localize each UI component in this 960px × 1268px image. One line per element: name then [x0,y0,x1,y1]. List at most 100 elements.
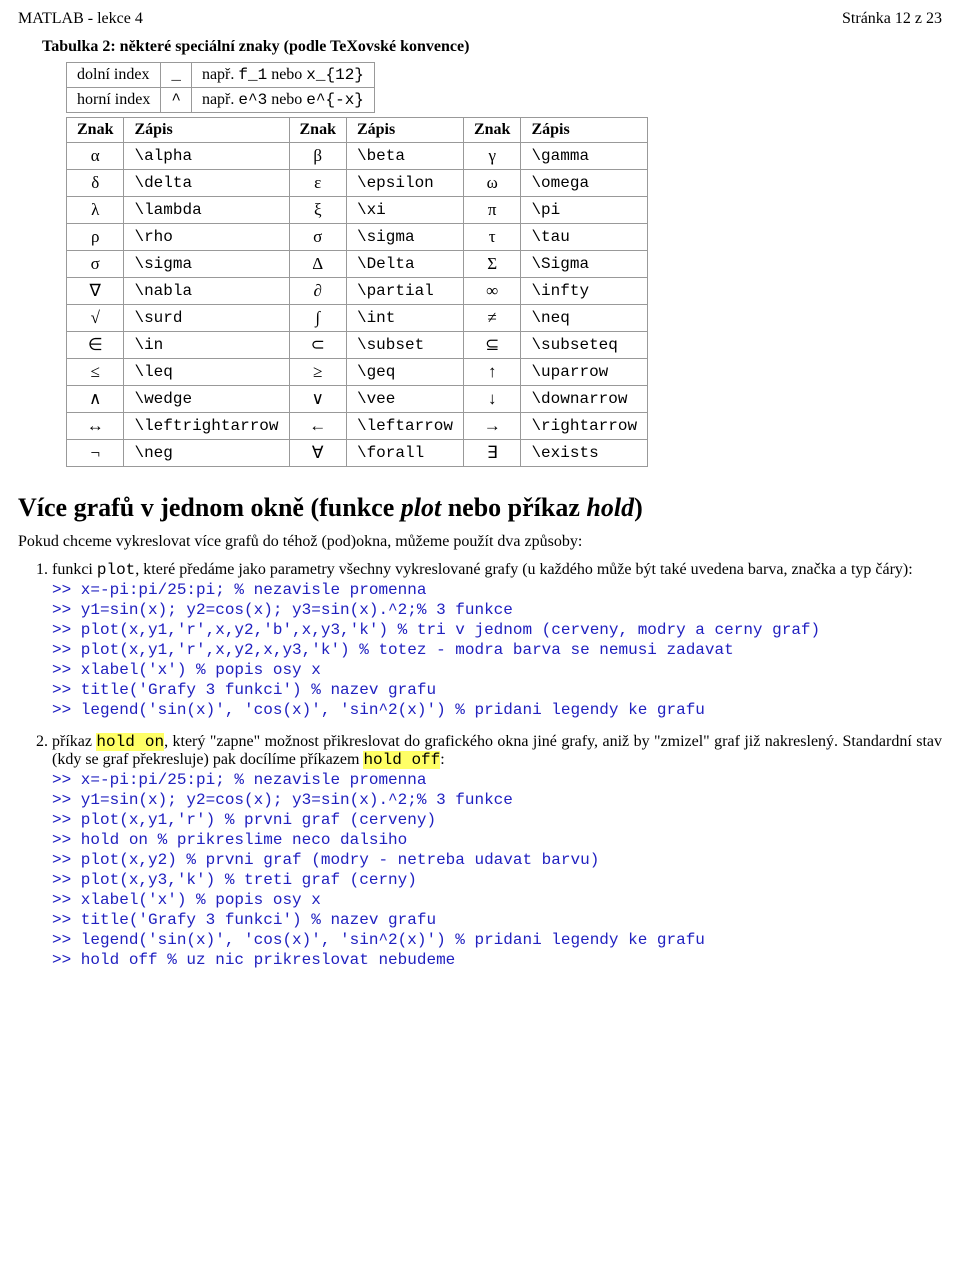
symbol-code: \in [124,332,289,359]
symbol-code: \xi [346,197,463,224]
symbol-code: \pi [521,197,648,224]
symbol-code: \geq [346,359,463,386]
hold-on-highlight: hold on [96,733,164,751]
symbol-code: \neq [521,305,648,332]
symbol-glyph: ⊂ [289,332,346,359]
code-line: >> plot(x,y1,'r') % prvni graf (cerveny) [52,811,942,829]
symbol-code: \rightarrow [521,413,648,440]
symbol-code: \surd [124,305,289,332]
symbol-code: \nabla [124,278,289,305]
table-row: λ\lambdaξ\xiπ\pi [67,197,648,224]
symbol-code: \sigma [124,251,289,278]
symbol-glyph: ω [463,170,520,197]
header-right: Stránka 12 z 23 [842,10,942,28]
code-line: >> x=-pi:pi/25:pi; % nezavisle promenna [52,581,942,599]
symbol-glyph: Σ [463,251,520,278]
symbol-code: \vee [346,386,463,413]
symbol-code: \wedge [124,386,289,413]
page-header: MATLAB - lekce 4 Stránka 12 z 23 [18,10,942,28]
symbol-glyph: τ [463,224,520,251]
code-line: >> title('Grafy 3 funkci') % nazev grafu [52,681,942,699]
table-row: √\surd∫\int≠\neq [67,305,648,332]
symbol-glyph: ∈ [67,332,124,359]
code-line: >> legend('sin(x)', 'cos(x)', 'sin^2(x)'… [52,701,942,719]
symbol-glyph: Δ [289,251,346,278]
symbol-glyph: ∞ [463,278,520,305]
symbol-code: \tau [521,224,648,251]
code-line: >> title('Grafy 3 funkci') % nazev grafu [52,911,942,929]
symbol-code: \neg [124,440,289,467]
symbol-glyph: → [463,413,520,440]
symbol-code: \alpha [124,143,289,170]
symbol-code: \Delta [346,251,463,278]
header-left: MATLAB - lekce 4 [18,10,143,28]
symbol-code: \Sigma [521,251,648,278]
symbol-code: \forall [346,440,463,467]
symbol-code: \infty [521,278,648,305]
table-row: ∧\wedge∨\vee↓\downarrow [67,386,648,413]
symbol-code: \leftarrow [346,413,463,440]
symbol-glyph: α [67,143,124,170]
symbol-glyph: λ [67,197,124,224]
symbol-code: \exists [521,440,648,467]
table-row: dolní index _ např. f_1 nebo x_{12} [67,63,375,88]
symbol-glyph: ≥ [289,359,346,386]
symbol-glyph: γ [463,143,520,170]
symbol-code: \delta [124,170,289,197]
symbol-code: \uparrow [521,359,648,386]
symbol-glyph: ≠ [463,305,520,332]
symbol-glyph: ≤ [67,359,124,386]
list-item-2: příkaz hold on, který "zapne" možnost př… [52,733,942,969]
symbol-glyph: ⊆ [463,332,520,359]
symbol-glyph: ξ [289,197,346,224]
code-line: >> plot(x,y1,'r',x,y2,x,y3,'k') % totez … [52,641,942,659]
symbol-glyph: σ [289,224,346,251]
table-row: δ\deltaε\epsilonω\omega [67,170,648,197]
code-line: >> plot(x,y2) % prvni graf (modry - netr… [52,851,942,869]
symbol-glyph: δ [67,170,124,197]
symbol-code: \partial [346,278,463,305]
list-item-1: funkci plot, které předáme jako parametr… [52,561,942,719]
table-row: α\alphaβ\betaγ\gamma [67,143,648,170]
intro-paragraph: Pokud chceme vykreslovat více grafů do t… [18,533,942,551]
hold-off-highlight: hold off [363,751,440,769]
code-line: >> plot(x,y3,'k') % treti graf (cerny) [52,871,942,889]
table-row: ∇\nabla∂\partial∞\infty [67,278,648,305]
symbol-code: \rho [124,224,289,251]
symbol-glyph: ∀ [289,440,346,467]
table-row: horní index ^ např. e^3 nebo e^{-x} [67,88,375,113]
section-title: Více grafů v jednom okně (funkce plot ne… [18,493,942,523]
greek-symbols-table: Znak Zápis Znak Zápis Znak Zápis α\alpha… [66,117,648,467]
symbol-glyph: ∃ [463,440,520,467]
symbol-code: \leq [124,359,289,386]
symbol-code: \gamma [521,143,648,170]
symbol-code: \subset [346,332,463,359]
symbol-glyph: ε [289,170,346,197]
symbol-glyph: ↓ [463,386,520,413]
symbol-code: \subseteq [521,332,648,359]
code-line: >> x=-pi:pi/25:pi; % nezavisle promenna [52,771,942,789]
code-line: >> legend('sin(x)', 'cos(x)', 'sin^2(x)'… [52,931,942,949]
symbol-glyph: ∂ [289,278,346,305]
symbol-glyph: ρ [67,224,124,251]
table-header-row: Znak Zápis Znak Zápis Znak Zápis [67,118,648,143]
code-line: >> y1=sin(x); y2=cos(x); y3=sin(x).^2;% … [52,601,942,619]
symbol-glyph: ∨ [289,386,346,413]
symbol-code: \sigma [346,224,463,251]
code-line: >> xlabel('x') % popis osy x [52,661,942,679]
table-row: ρ\rhoσ\sigmaτ\tau [67,224,648,251]
code-line: >> hold on % prikreslime neco dalsiho [52,831,942,849]
symbol-code: \int [346,305,463,332]
table-row: ¬\neg∀\forall∃\exists [67,440,648,467]
code-line: >> hold off % uz nic prikreslovat nebude… [52,951,942,969]
symbol-code: \leftrightarrow [124,413,289,440]
symbol-code: \omega [521,170,648,197]
symbol-glyph: ∇ [67,278,124,305]
symbol-glyph: π [463,197,520,224]
code-line: >> plot(x,y1,'r',x,y2,'b',x,y3,'k') % tr… [52,621,942,639]
symbol-glyph: β [289,143,346,170]
table-row: ∈\in⊂\subset⊆\subseteq [67,332,648,359]
symbol-glyph: ¬ [67,440,124,467]
symbol-glyph: ↔ [67,413,124,440]
symbol-code: \beta [346,143,463,170]
